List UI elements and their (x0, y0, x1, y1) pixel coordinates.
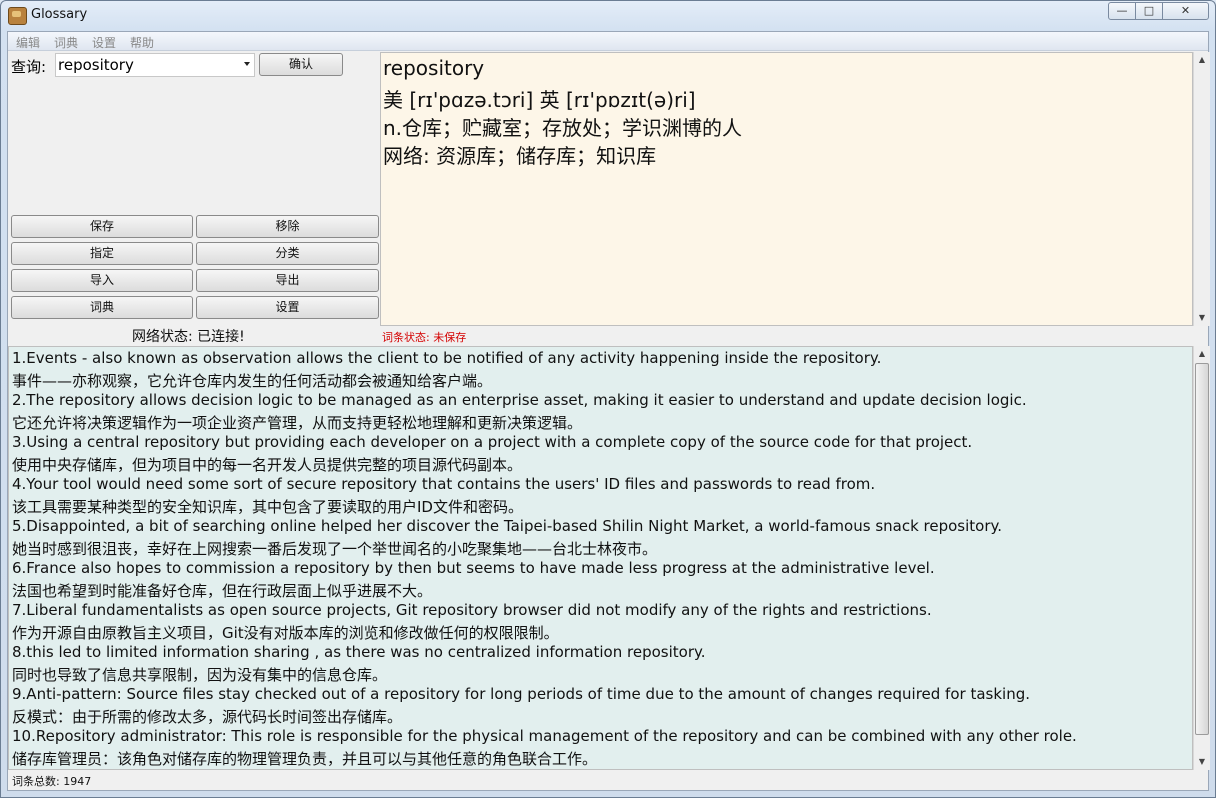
menu-dictionary[interactable]: 词典 (54, 34, 78, 51)
example-line: 7.Liberal fundamentalists as open source… (12, 601, 932, 619)
chevron-down-icon[interactable] (244, 62, 250, 66)
query-label: 查询: (11, 58, 47, 76)
example-line: 6.France also hopes to commission a repo… (12, 559, 935, 577)
entry-count: 词条总数: 1947 (12, 775, 92, 788)
example-line: 作为开源自由原教旨主义项目，Git没有对版本库的浏览和修改做任何的权限限制。 (12, 624, 559, 642)
close-button[interactable]: ✕ (1162, 2, 1209, 20)
example-line: 使用中央存储库，但为项目中的每一名开发人员提供完整的项目源代码副本。 (12, 456, 523, 474)
example-line: 8.this led to limited information sharin… (12, 643, 706, 661)
import-button[interactable]: 导入 (11, 269, 193, 292)
definition-panel[interactable]: repository 美 [rɪ'pɑzə.tɔri] 英 [rɪ'pɒzɪt(… (380, 52, 1193, 326)
definition-word: repository (383, 56, 485, 80)
assign-button[interactable]: 指定 (11, 242, 193, 265)
example-line: 4.Your tool would need some sort of secu… (12, 475, 876, 493)
settings-button[interactable]: 设置 (196, 296, 379, 319)
minimize-button[interactable]: — (1108, 2, 1136, 20)
scroll-thumb[interactable] (1195, 363, 1209, 735)
example-line: 3.Using a central repository but providi… (12, 433, 973, 451)
scroll-up-icon[interactable]: ▲ (1194, 346, 1210, 362)
confirm-button[interactable]: 确认 (259, 53, 343, 76)
dictionary-button[interactable]: 词典 (11, 296, 193, 319)
definition-scrollbar[interactable]: ▲ ▼ (1193, 52, 1210, 326)
export-button[interactable]: 导出 (196, 269, 379, 292)
example-line: 反模式：由于所需的修改太多，源代码长时间签出存储库。 (12, 708, 403, 726)
menu-help[interactable]: 帮助 (130, 34, 154, 51)
network-status: 网络状态: 已连接! (132, 329, 245, 345)
example-line: 5.Disappointed, a bit of searching onlin… (12, 517, 1003, 535)
example-line: 10.Repository administrator: This role i… (12, 727, 1077, 745)
maximize-button[interactable]: □ (1135, 2, 1163, 20)
app-window: Glossary — □ ✕ 编辑 词典 设置 帮助 查询: repositor… (0, 0, 1216, 798)
app-icon (8, 7, 27, 25)
example-line: 该工具需要某种类型的安全知识库，其中包含了要读取的用户ID文件和密码。 (12, 498, 523, 516)
classify-button[interactable]: 分类 (196, 242, 379, 265)
menu-edit[interactable]: 编辑 (16, 34, 40, 51)
save-button[interactable]: 保存 (11, 215, 193, 238)
window-title: Glossary (31, 7, 88, 22)
example-line: 事件——亦称观察，它允许仓库内发生的任何活动都会被通知给客户端。 (12, 372, 493, 390)
example-line: 她当时感到很沮丧，幸好在上网搜索一番后发现了一个举世闻名的小吃聚集地——台北士林… (12, 540, 658, 558)
title-bar[interactable]: Glossary — □ ✕ (1, 1, 1215, 31)
example-line: 储存库管理员：该角色对储存库的物理管理负责，并且可以与其他任意的角色联合工作。 (12, 750, 598, 768)
example-line: 它还允许将决策逻辑作为一项企业资产管理，从而支持更轻松地理解和更新决策逻辑。 (12, 414, 583, 432)
definition-meaning: n.仓库；贮藏室；存放处；学识渊博的人 (383, 116, 743, 140)
example-line: 1.Events - also known as observation all… (12, 349, 882, 367)
example-line: 同时也导致了信息共享限制，因为没有集中的信息仓库。 (12, 666, 388, 684)
query-input[interactable]: repository (58, 56, 134, 74)
scroll-down-icon[interactable]: ▼ (1194, 754, 1210, 770)
entry-status: 词条状态: 未保存 (382, 331, 467, 344)
definition-web: 网络: 资源库；储存库；知识库 (383, 144, 657, 168)
examples-scrollbar[interactable]: ▲ ▼ (1193, 346, 1210, 770)
example-line: 法国也希望到时能准备好仓库，但在行政层面上似乎进展不大。 (12, 582, 433, 600)
menu-bar: 编辑 词典 设置 帮助 (8, 32, 1208, 51)
example-line: 9.Anti-pattern: Source files stay checke… (12, 685, 1030, 703)
client-area: 编辑 词典 设置 帮助 查询: repository 确认 保存 移除 指定 分… (7, 31, 1210, 791)
example-line: 2.The repository allows decision logic t… (12, 391, 1027, 409)
menu-settings[interactable]: 设置 (92, 34, 116, 51)
definition-phonetic: 美 [rɪ'pɑzə.tɔri] 英 [rɪ'pɒzɪt(ə)ri] (383, 88, 696, 112)
scroll-up-icon[interactable]: ▲ (1194, 52, 1210, 68)
scroll-down-icon[interactable]: ▼ (1194, 310, 1210, 326)
examples-panel[interactable]: 1.Events - also known as observation all… (8, 346, 1193, 770)
query-combobox[interactable]: repository (55, 53, 255, 77)
remove-button[interactable]: 移除 (196, 215, 379, 238)
